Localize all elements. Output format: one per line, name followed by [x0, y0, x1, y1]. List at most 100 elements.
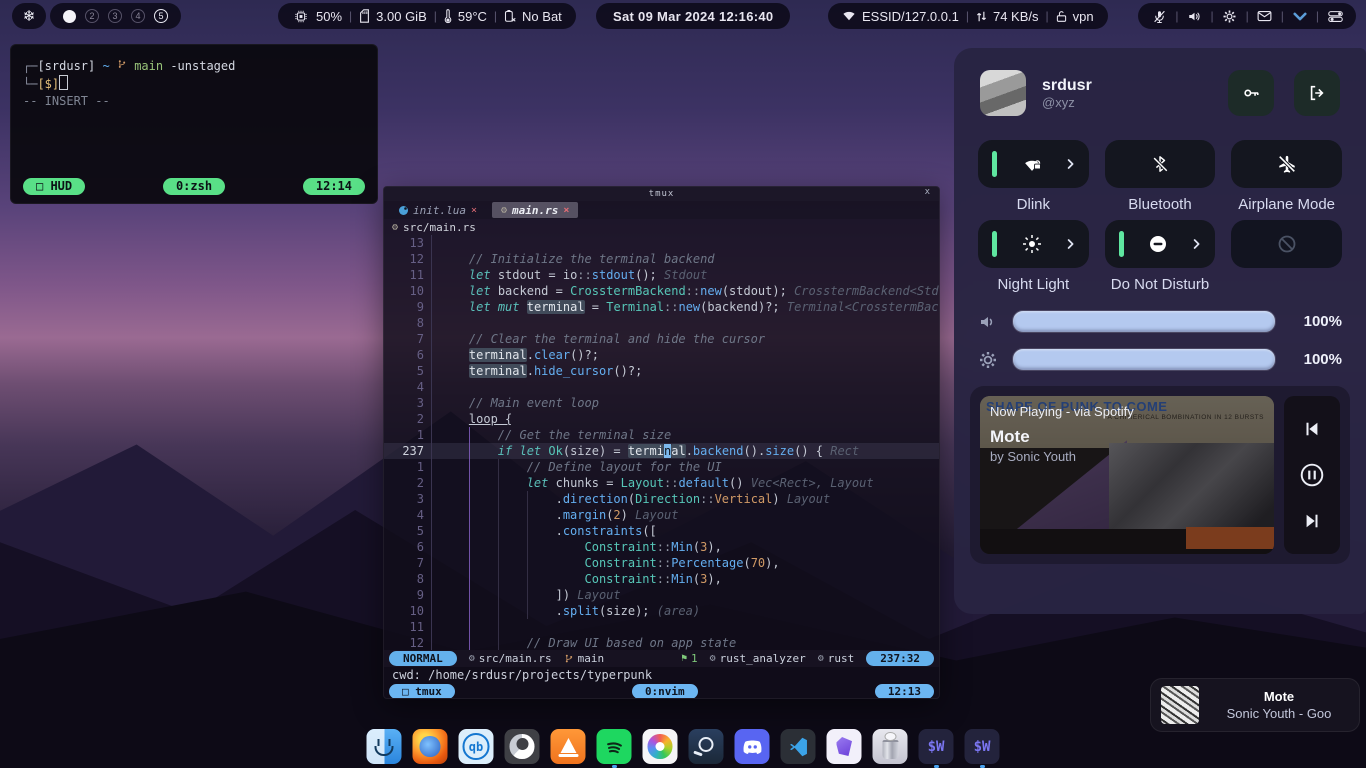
chevron-right-icon[interactable] [1067, 238, 1075, 250]
tab-main-rs[interactable]: ⚙ main.rs × [492, 202, 578, 218]
chevron-right-icon[interactable] [1193, 238, 1201, 250]
git-branch-icon [564, 653, 574, 664]
editor-tmux-bar: □ tmux 0:nvim 12:13 [384, 683, 939, 699]
previous-track-button[interactable] [1303, 420, 1321, 438]
tab-close-icon[interactable]: × [563, 205, 569, 216]
nix-logo-icon[interactable]: ❄ [12, 3, 46, 29]
workspace-3[interactable]: 3 [108, 9, 122, 23]
workspace-5[interactable]: 5 [154, 9, 168, 23]
wifi-stat: ESSID/127.0.0.1 [842, 9, 959, 24]
code-line: 8 Constraint::Min(3), [384, 571, 939, 587]
dock-item-spotify[interactable] [597, 729, 632, 764]
toggle-night-light[interactable] [978, 220, 1089, 268]
network-status[interactable]: ESSID/127.0.0.1 | 74 KB/s | vpn [828, 3, 1108, 29]
separator: | [1175, 9, 1178, 23]
code-line: 6 terminal.clear()?; [384, 347, 939, 363]
editor-winbar: ⚙ src/main.rs [384, 219, 939, 235]
separator: | [494, 9, 497, 23]
git-branch-icon [117, 58, 127, 70]
flag-icon: ⚑ [681, 653, 687, 664]
essid-value: ESSID/127.0.0.1 [862, 9, 959, 24]
tmux-session-pill[interactable]: □ tmux [389, 684, 455, 699]
keyring-button[interactable] [1228, 70, 1274, 116]
line-number: 4 [384, 379, 432, 395]
toggle-do-not-disturb[interactable] [1105, 220, 1216, 268]
dock-item-discord[interactable] [735, 729, 770, 764]
clock[interactable]: Sat 09 Mar 2024 12:16:40 [596, 3, 790, 29]
workspace-1[interactable] [63, 10, 76, 23]
tab-close-icon[interactable]: × [471, 205, 477, 216]
desktop: ❄ 2345 50% | 3.00 GiB | 59°C | No Bat Sa [0, 0, 1366, 768]
volume-icon[interactable] [1186, 9, 1204, 24]
slider-track[interactable] [1012, 310, 1276, 333]
tab-label: main.rs [512, 204, 558, 217]
dock-item-obsidian[interactable] [827, 729, 862, 764]
mic-muted-icon[interactable] [1150, 9, 1168, 24]
settings-gear-icon[interactable] [1221, 9, 1239, 24]
slider-track[interactable] [1012, 348, 1276, 371]
workspace-switcher[interactable]: 2345 [50, 3, 181, 29]
cpu-icon [292, 10, 310, 23]
line-number: 2 [384, 475, 432, 491]
logout-button[interactable] [1294, 70, 1340, 116]
tab-init-lua[interactable]: init.lua × [390, 202, 486, 218]
netspeed-value: 74 KB/s [993, 9, 1039, 24]
tmux-window-pill[interactable]: 0:zsh [163, 178, 225, 195]
workspace-4[interactable]: 4 [131, 9, 145, 23]
vpn-value: vpn [1073, 9, 1094, 24]
brightness-icon [1022, 234, 1042, 254]
now-playing-source: Now Playing - via Spotify [990, 404, 1266, 419]
next-track-button[interactable] [1303, 512, 1321, 530]
code-line: 3 // Main event loop [384, 395, 939, 411]
dock-item-finder[interactable] [367, 729, 402, 764]
chevron-down-icon[interactable] [1291, 12, 1309, 21]
tmux-session-pill[interactable]: □ HUD [23, 178, 85, 195]
toggle-airplane-mode[interactable] [1231, 140, 1342, 188]
status-file: ⚙src/main.rs [469, 652, 552, 665]
active-indicator [1119, 231, 1124, 257]
pause-button[interactable] [1299, 462, 1325, 488]
album-art[interactable]: SHAPE OF PUNK TO COME A CHIMERICAL BOMBI… [980, 396, 1274, 554]
tmux-window-pill[interactable]: 0:nvim [632, 684, 698, 699]
status-diagnostics: ⚑1 [681, 652, 698, 665]
code-line: 2 let chunks = Layout::default() Vec<Rec… [384, 475, 939, 491]
prompt-path: ~ [102, 59, 109, 73]
dock-item-trash[interactable] [873, 729, 908, 764]
dock-item-obs[interactable] [505, 729, 540, 764]
notification-toast[interactable]: Mote Sonic Youth - Goo [1150, 678, 1360, 732]
dock-item-script-w2[interactable]: $W [965, 729, 1000, 764]
terminal-window[interactable]: ┌─[srdusr] ~ main -unstaged └─[$] -- INS… [10, 44, 378, 204]
now-playing-texts: Now Playing - via Spotify Mote by Sonic … [990, 404, 1266, 464]
chevron-right-icon[interactable] [1067, 158, 1075, 170]
dock-item-script-w1[interactable]: $W [919, 729, 954, 764]
toggle-dlink[interactable] [978, 140, 1089, 188]
line-number: 1 [384, 459, 432, 475]
code-line: 1 // Get the terminal size [384, 427, 939, 443]
user-handle: @xyz [1042, 95, 1092, 110]
dock-item-steam[interactable] [689, 729, 724, 764]
dock-item-vlc[interactable] [551, 729, 586, 764]
mail-icon[interactable] [1256, 10, 1274, 22]
dock-item-qutebrowser[interactable]: qb [459, 729, 494, 764]
line-number: 237 [384, 443, 432, 459]
minus-circle-icon [1148, 234, 1168, 254]
indent-guide [469, 427, 471, 650]
toggle-bluetooth[interactable] [1105, 140, 1216, 188]
line-number: 7 [384, 555, 432, 571]
toggle-cell: Do Not Disturb [1105, 220, 1216, 300]
line-number: 12 [384, 251, 432, 267]
window-title: tmux [649, 189, 675, 199]
workspace-2[interactable]: 2 [85, 9, 99, 23]
window-titlebar[interactable]: tmux x [384, 187, 939, 201]
dock-item-firefox[interactable] [413, 729, 448, 764]
toggles-icon[interactable] [1326, 10, 1344, 23]
editor-window[interactable]: tmux x init.lua × ⚙ main.rs × ⚙ src/main… [383, 186, 940, 699]
dock-item-vscode[interactable] [781, 729, 816, 764]
code-area[interactable]: 1312 // Initialize the terminal backend1… [384, 235, 939, 650]
line-number: 4 [384, 507, 432, 523]
active-indicator [992, 151, 997, 177]
terminal-tmux-bar: □ HUD 0:zsh 12:14 [23, 178, 365, 195]
close-button[interactable]: x [925, 187, 931, 197]
dock-item-photos[interactable] [643, 729, 678, 764]
wifi-icon [842, 10, 856, 22]
